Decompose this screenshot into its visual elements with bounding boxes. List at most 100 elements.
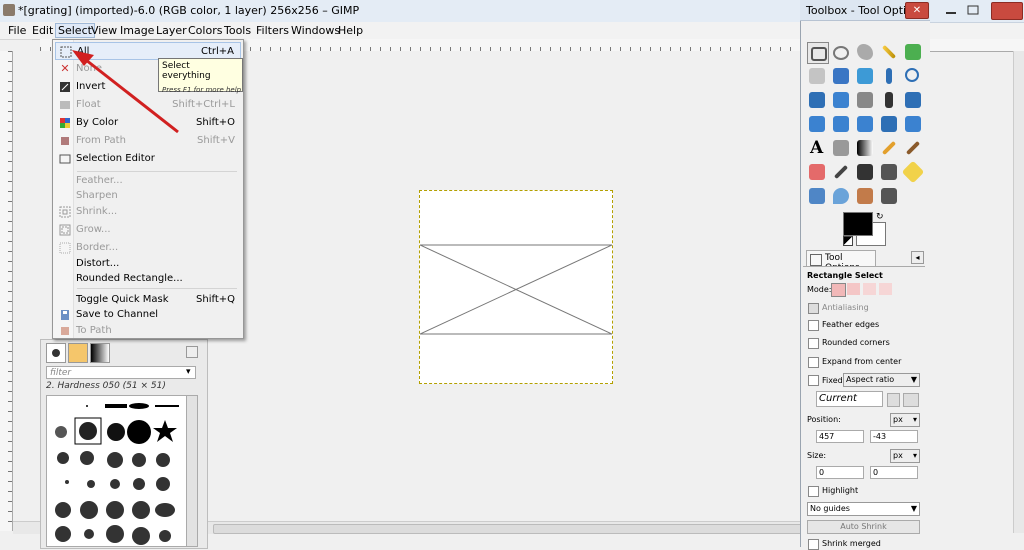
dock-menu-icon[interactable] [186,346,198,358]
size-label: Size: [807,451,827,460]
color-picker-tool-icon[interactable] [879,66,899,86]
position-x-field[interactable]: 457 [816,430,864,443]
menu-item-shrink[interactable]: Shrink... [55,203,241,221]
fixed-dropdown[interactable]: Aspect ratio ▼ [843,373,920,387]
mode-add-button[interactable] [847,283,860,295]
scrollbar-thumb[interactable] [213,524,855,534]
default-colors-icon[interactable] [843,236,853,246]
blur-tool-icon[interactable] [831,186,851,206]
brush-filter-input[interactable]: filter [46,366,196,379]
scale-tool-icon[interactable] [807,114,827,134]
shrink-merged-checkbox[interactable] [808,539,819,550]
menu-separator [77,288,237,289]
brush-name: 2. Hardness 050 (51 × 51) [46,381,166,391]
ink-tool-icon[interactable] [855,162,875,182]
image-canvas[interactable] [419,190,613,384]
size-width-field[interactable]: 0 [816,466,864,479]
menu-windows[interactable]: Windows [289,24,342,37]
to-path-icon [59,325,71,337]
menu-help[interactable]: Help [336,24,365,37]
vertical-scrollbar[interactable] [1013,51,1024,533]
perspective-tool-icon[interactable] [855,114,875,134]
expand-from-center-checkbox[interactable] [808,357,819,368]
cage-transform-tool-icon[interactable] [903,114,923,134]
swap-colors-icon[interactable]: ↻ [876,212,884,222]
mode-replace-button[interactable] [831,283,846,297]
rounded-corners-label: Rounded corners [822,338,890,347]
canvas-right-area[interactable] [930,39,1024,547]
crop-tool-icon[interactable] [879,90,899,110]
mode-intersect-button[interactable] [879,283,892,295]
highlight-checkbox[interactable] [808,486,819,497]
chevron-down-icon: ▼ [910,504,917,513]
clone-tool-icon[interactable] [879,162,899,182]
aspect-current-field[interactable]: Current [816,391,883,407]
size-height-field[interactable]: 0 [870,466,918,479]
paths-tool-icon[interactable] [855,66,875,86]
menu-item-label: Grow... [76,224,111,235]
gradient-tab-icon[interactable] [90,343,110,363]
chevron-down-icon: ▾ [912,451,917,460]
filter-dropdown-icon[interactable]: ▾ [186,367,191,377]
heal-tool-icon[interactable] [901,160,925,184]
foreground-select-tool-icon[interactable] [831,66,851,86]
free-select-tool-icon[interactable] [855,42,875,62]
flip-tool-icon[interactable] [879,114,899,134]
minimize-icon[interactable] [944,4,958,16]
landscape-icon[interactable] [903,393,919,407]
menu-item-label: Shrink... [76,206,118,217]
ellipse-select-tool-icon[interactable] [831,42,851,62]
feather-edges-checkbox[interactable] [808,320,819,331]
size-unit-dropdown[interactable]: px ▾ [890,449,920,463]
menu-item-rounded-rectangle[interactable]: Rounded Rectangle... [55,270,241,288]
perspective-clone-tool-icon[interactable] [807,186,827,206]
close-icon[interactable]: ✕ [905,2,929,19]
mode-subtract-button[interactable] [863,283,876,295]
bucket-fill-tool-icon[interactable] [831,138,851,158]
rounded-corners-checkbox[interactable] [808,338,819,349]
airbrush-tool-icon[interactable] [831,162,851,182]
grating-image [420,244,612,335]
measure-tool-icon[interactable] [807,90,827,110]
eraser-tool-icon[interactable] [807,162,827,182]
select-by-color-tool-icon[interactable] [903,42,923,62]
rotate-tool-icon[interactable] [903,90,923,110]
maximize-icon[interactable] [966,4,980,16]
brush-grid-scrollbar[interactable] [186,395,198,547]
tab-tool-options[interactable]: Tool Options [806,250,876,273]
align-tool-icon[interactable] [855,90,875,110]
tool-options-tab-icon [810,254,822,266]
guides-dropdown[interactable]: No guides ▼ [807,502,920,516]
brush-grid[interactable] [46,395,188,547]
menu-item-label: Rounded Rectangle... [76,273,183,284]
main-close-icon[interactable] [991,2,1023,20]
pencil-tool-icon[interactable] [879,138,899,158]
move-tool-icon[interactable] [831,90,851,110]
auto-shrink-button[interactable]: Auto Shrink [807,520,920,534]
menu-item-to-path[interactable]: To Path [55,322,241,340]
zoom-tool-icon[interactable] [903,66,923,86]
size-unit-value: px [893,451,903,460]
antialiasing-checkbox[interactable] [808,303,819,314]
tool-options-menu-icon[interactable]: ◂ [911,251,924,264]
blend-tool-icon[interactable] [855,138,875,158]
scissors-tool-icon[interactable] [807,66,827,86]
horizontal-ruler-extension[interactable] [930,39,1024,52]
portrait-icon[interactable] [887,393,900,407]
chevron-down-icon: ▼ [910,375,917,384]
smudge-tool-icon[interactable] [855,186,875,206]
text-tool-icon[interactable]: A [807,138,827,158]
rect-select-tool-icon[interactable] [807,42,829,64]
fixed-checkbox[interactable] [808,375,819,386]
shear-tool-icon[interactable] [831,114,851,134]
paintbrush-tool-icon[interactable] [903,138,923,158]
menu-item-label: Sharpen [76,190,118,201]
menu-item-grow[interactable]: Grow... [55,221,241,239]
position-unit-dropdown[interactable]: px ▾ [890,413,920,427]
foreground-color-swatch[interactable] [843,212,873,236]
brush-tab-icon[interactable] [46,343,66,363]
dodge-burn-tool-icon[interactable] [879,186,899,206]
fuzzy-select-tool-icon[interactable] [879,42,899,62]
pattern-tab-icon[interactable] [68,343,88,363]
position-y-field[interactable]: -43 [870,430,918,443]
